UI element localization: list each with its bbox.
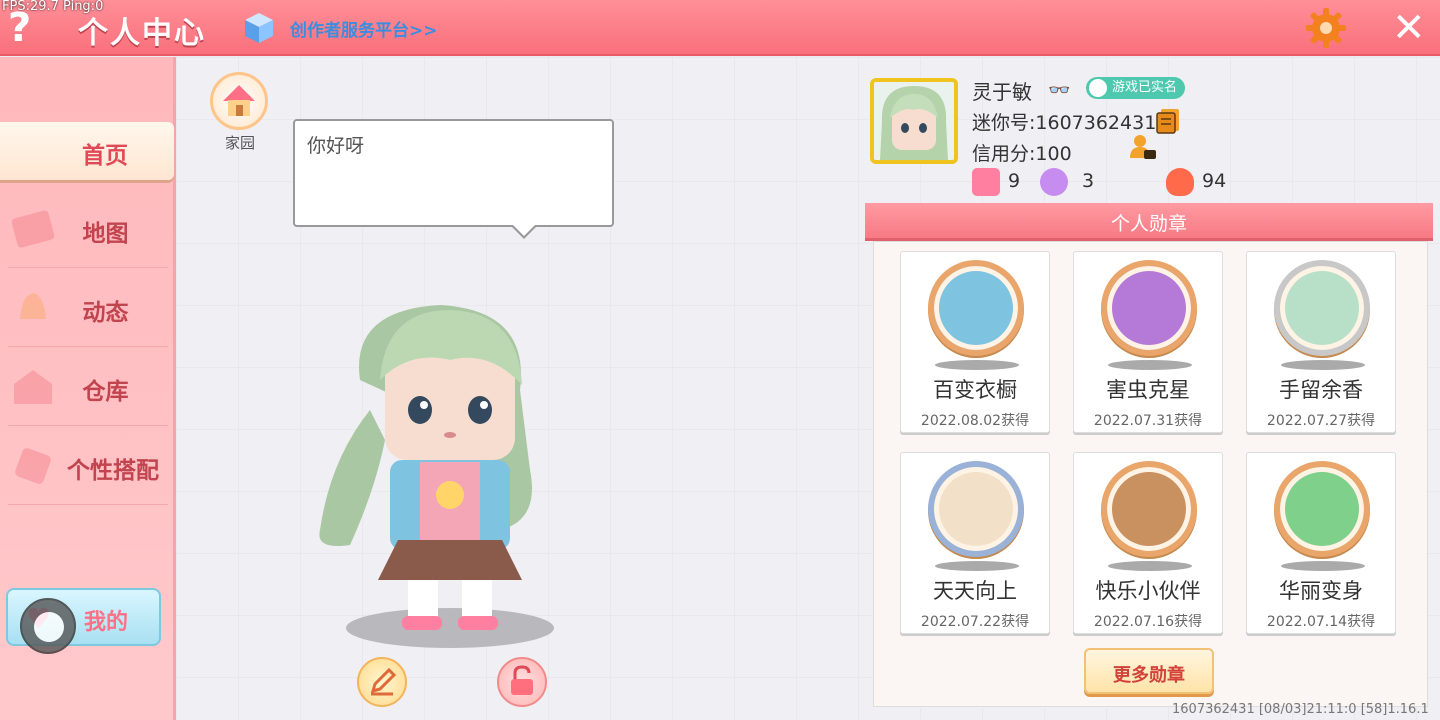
medal-card[interactable]: 百变衣橱 2022.08.02获得 (900, 251, 1050, 433)
profile-avatar[interactable] (870, 78, 958, 164)
sidebar-item-label: 仓库 (82, 379, 129, 405)
medal-dino-icon (1274, 461, 1370, 557)
speech-bubble-text: 你好呀 (307, 135, 365, 157)
popularity-icon (1166, 168, 1194, 196)
medal-wardrobe-icon (928, 260, 1024, 356)
player-avatar[interactable] (290, 290, 590, 660)
close-button[interactable]: ✕ (1392, 6, 1426, 50)
sidebar-item-outfit[interactable]: 个性搭配 (8, 431, 168, 505)
creator-platform-icon[interactable] (244, 12, 274, 44)
medal-calendar-icon (928, 461, 1024, 557)
medal-card[interactable]: 天天向上 2022.07.22获得 (900, 452, 1050, 634)
floating-joystick[interactable] (20, 598, 76, 654)
more-medals-label: 更多勋章 (1113, 665, 1185, 686)
mask-icon: 👓 (1048, 80, 1071, 101)
lock-button[interactable] (497, 657, 547, 707)
add-friend-icon (972, 168, 1000, 196)
sidebar-item-label: 地图 (82, 221, 129, 247)
medal-name: 天天向上 (933, 579, 1017, 603)
friend-request-icon[interactable] (1128, 132, 1158, 162)
medal-shadow (1108, 561, 1192, 571)
home-label: 家园 (224, 134, 255, 152)
medal-shadow (935, 360, 1019, 370)
copy-icon[interactable] (1155, 107, 1181, 135)
medal-shadow (1281, 561, 1365, 571)
medal-date: 2022.07.16获得 (1093, 614, 1203, 630)
sidebar-item-warehouse[interactable]: 仓库 (8, 352, 168, 426)
stat-value: 9 (1008, 170, 1021, 192)
player-name: 灵于敏 (972, 80, 1032, 104)
medal-header-title: 个人勋章 (1110, 213, 1187, 235)
medal-buddies-icon (1101, 461, 1197, 557)
footer-info: 1607362431 [08/03]21:11:0 [58]1.16.1 (1172, 702, 1429, 717)
medal-date: 2022.07.31获得 (1093, 413, 1203, 429)
verified-badge: 游戏已实名 (1086, 77, 1186, 99)
stat-value: 3 (1082, 170, 1095, 192)
medal-name: 快乐小伙伴 (1095, 579, 1201, 603)
settings-gear-icon[interactable] (1304, 6, 1348, 50)
medal-card[interactable]: 快乐小伙伴 2022.07.16获得 (1073, 452, 1223, 634)
pencil-icon (370, 667, 397, 696)
medal-date: 2022.07.27获得 (1266, 413, 1376, 429)
mini-id: 迷你号:1607362431 (972, 112, 1157, 134)
medal-card[interactable]: 害虫克星 2022.07.31获得 (1073, 251, 1223, 433)
stat-value: 94 (1202, 170, 1227, 192)
medal-date: 2022.07.14获得 (1266, 614, 1376, 630)
medal-card[interactable]: 华丽变身 2022.07.14获得 (1246, 452, 1396, 634)
home-button[interactable] (210, 72, 268, 130)
house-icon (223, 85, 255, 116)
person-icon (1089, 79, 1107, 97)
more-medals-button[interactable]: 更多勋章 (1084, 648, 1214, 694)
sidebar-item-label: 动态 (82, 300, 129, 326)
fans-icon (1040, 168, 1068, 196)
medal-pest-icon (1101, 260, 1197, 356)
verified-label: 游戏已实名 (1112, 80, 1178, 95)
page-title: 个人中心 (78, 16, 206, 51)
medal-date: 2022.08.02获得 (920, 413, 1030, 429)
medal-shadow (935, 561, 1019, 571)
mine-label: 我的 (84, 610, 129, 635)
credit-score: 信用分:100 (972, 143, 1072, 165)
avatar-face-icon (874, 82, 954, 160)
speech-bubble[interactable]: 你好呀 (293, 119, 614, 227)
sidebar-item-home[interactable]: 首页 (0, 122, 174, 180)
medal-shadow (1108, 360, 1192, 370)
creator-platform-link[interactable]: 创作者服务平台>> (290, 16, 438, 41)
lock-icon (511, 665, 533, 695)
medal-fragrance-icon (1274, 260, 1370, 356)
speech-bubble-tail-fill (512, 224, 536, 236)
medal-name: 手留余香 (1279, 378, 1363, 402)
medal-card[interactable]: 手留余香 2022.07.27获得 (1246, 251, 1396, 433)
sidebar-item-map[interactable]: 地图 (8, 194, 168, 268)
medal-name: 害虫克星 (1106, 378, 1190, 402)
medal-name: 华丽变身 (1279, 579, 1363, 603)
top-bar (0, 0, 1440, 56)
medal-header: 个人勋章 (865, 203, 1433, 241)
sidebar-item-feed[interactable]: 动态 (8, 273, 168, 347)
medal-shadow (1281, 360, 1365, 370)
medal-date: 2022.07.22获得 (920, 614, 1030, 630)
medal-name: 百变衣橱 (933, 378, 1017, 402)
edit-button[interactable] (357, 657, 407, 707)
